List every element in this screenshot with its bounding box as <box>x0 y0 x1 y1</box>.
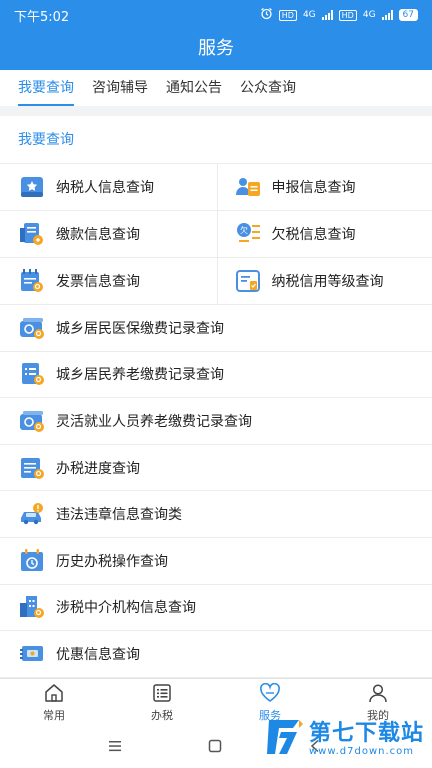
discount-ticket-icon <box>18 640 46 668</box>
grid-item-label: 缴款信息查询 <box>56 227 140 243</box>
progress-item[interactable]: 办税进度查询 <box>0 445 432 492</box>
alarm-icon <box>260 7 273 23</box>
car-violation-icon <box>18 500 46 528</box>
list-item-label: 历史办税操作查询 <box>56 553 168 570</box>
history-icon <box>18 547 46 575</box>
flexible-employment-icon <box>18 407 46 435</box>
tax-arrears-item[interactable]: 欠 欠税信息查询 <box>216 211 432 257</box>
payment-info-item[interactable]: 缴款信息查询 <box>0 211 217 257</box>
nav-tax-handling[interactable]: 办税 <box>108 679 216 726</box>
home-square-icon[interactable] <box>208 738 222 757</box>
tax-arrears-icon: 欠 <box>234 220 262 248</box>
declaration-info-icon <box>234 173 262 201</box>
grid-row: 缴款信息查询 欠 欠税信息查询 <box>0 211 432 258</box>
invoice-info-icon <box>18 267 46 295</box>
medical-insurance-icon <box>18 314 46 342</box>
list-item-label: 违法违章信息查询类 <box>56 507 182 524</box>
grid-row: 纳税人信息查询 申报信息查询 <box>0 164 432 211</box>
watermark-url: www.d7down.com <box>308 745 415 757</box>
watermark-logo-icon <box>265 716 305 762</box>
query-list: 我要查询 纳税人信息查询 申报信息查询 缴款信息查询 欠 欠税信息查询 发票信息… <box>0 116 432 678</box>
history-item[interactable]: 历史办税操作查询 <box>0 538 432 585</box>
signal-icon-2 <box>381 10 393 20</box>
agency-building-icon <box>18 593 46 621</box>
menu-icon[interactable] <box>108 738 122 757</box>
grid-item-label: 发票信息查询 <box>56 274 140 290</box>
page-title: 服务 <box>0 30 432 70</box>
tab-query[interactable]: 我要查询 <box>18 70 74 106</box>
list-item-label: 灵活就业人员养老缴费记录查询 <box>56 413 252 430</box>
watermark: 第七下载站 www.d7down.com <box>265 716 424 762</box>
nav-common[interactable]: 常用 <box>0 679 108 726</box>
status-indicators: HD 4G HD 4G 67 <box>260 7 418 23</box>
progress-icon <box>18 454 46 482</box>
tab-public-query[interactable]: 公众查询 <box>240 70 296 106</box>
pension-icon <box>18 360 46 388</box>
list-icon <box>151 683 173 706</box>
list-item-label: 城乡居民医保缴费记录查询 <box>56 320 224 337</box>
home-icon <box>43 683 65 706</box>
nav-label: 常用 <box>43 708 65 722</box>
discount-info-item[interactable]: 优惠信息查询 <box>0 631 432 678</box>
medical-insurance-item[interactable]: 城乡居民医保缴费记录查询 <box>0 305 432 352</box>
section-title: 我要查询 <box>0 116 432 164</box>
nav-label: 办税 <box>151 708 173 722</box>
grid-item-label: 纳税信用等级查询 <box>271 274 384 290</box>
taxpayer-info-icon <box>18 173 46 201</box>
taxpayer-info-item[interactable]: 纳税人信息查询 <box>0 164 217 210</box>
network-label-2: 4G <box>362 10 376 20</box>
heart-icon <box>258 682 282 706</box>
watermark-text: 第七下载站 www.d7down.com <box>308 720 424 757</box>
tab-bar: 我要查询 咨询辅导 通知公告 公众查询 <box>0 70 432 106</box>
tab-notices[interactable]: 通知公告 <box>166 70 222 106</box>
pension-item[interactable]: 城乡居民养老缴费记录查询 <box>0 352 432 399</box>
payment-info-icon <box>18 220 46 248</box>
credit-rating-item[interactable]: 纳税信用等级查询 <box>216 258 432 304</box>
list-item-label: 优惠信息查询 <box>56 646 140 663</box>
car-violation-item[interactable]: 违法违章信息查询类 <box>0 491 432 538</box>
svg-text:欠: 欠 <box>240 225 248 235</box>
flexible-employment-item[interactable]: 灵活就业人员养老缴费记录查询 <box>0 398 432 445</box>
battery-icon: 67 <box>398 9 418 21</box>
signal-icon-1 <box>321 10 333 20</box>
network-label-1: 4G <box>302 10 316 20</box>
list-item-label: 城乡居民养老缴费记录查询 <box>56 367 224 384</box>
grid-item-label: 申报信息查询 <box>271 180 356 196</box>
list-item-label: 涉税中介机构信息查询 <box>56 600 196 617</box>
status-time: 下午5:02 <box>14 9 70 25</box>
watermark-name: 第七下载站 <box>308 720 424 746</box>
invoice-info-item[interactable]: 发票信息查询 <box>0 258 217 304</box>
grid-row: 发票信息查询 纳税信用等级查询 <box>0 258 432 305</box>
user-icon <box>367 683 389 706</box>
grid-item-label: 纳税人信息查询 <box>56 180 154 196</box>
status-bar: 下午5:02 HD 4G HD 4G 67 <box>0 0 432 30</box>
hd-badge-2: HD <box>338 9 357 21</box>
tab-consulting[interactable]: 咨询辅导 <box>92 70 148 106</box>
grid-item-label: 欠税信息查询 <box>271 227 356 243</box>
list-item-label: 办税进度查询 <box>56 460 140 477</box>
credit-rating-icon <box>234 267 262 295</box>
hd-badge-1: HD <box>278 9 297 21</box>
declaration-info-item[interactable]: 申报信息查询 <box>216 164 432 210</box>
agency-info-item[interactable]: 涉税中介机构信息查询 <box>0 585 432 632</box>
